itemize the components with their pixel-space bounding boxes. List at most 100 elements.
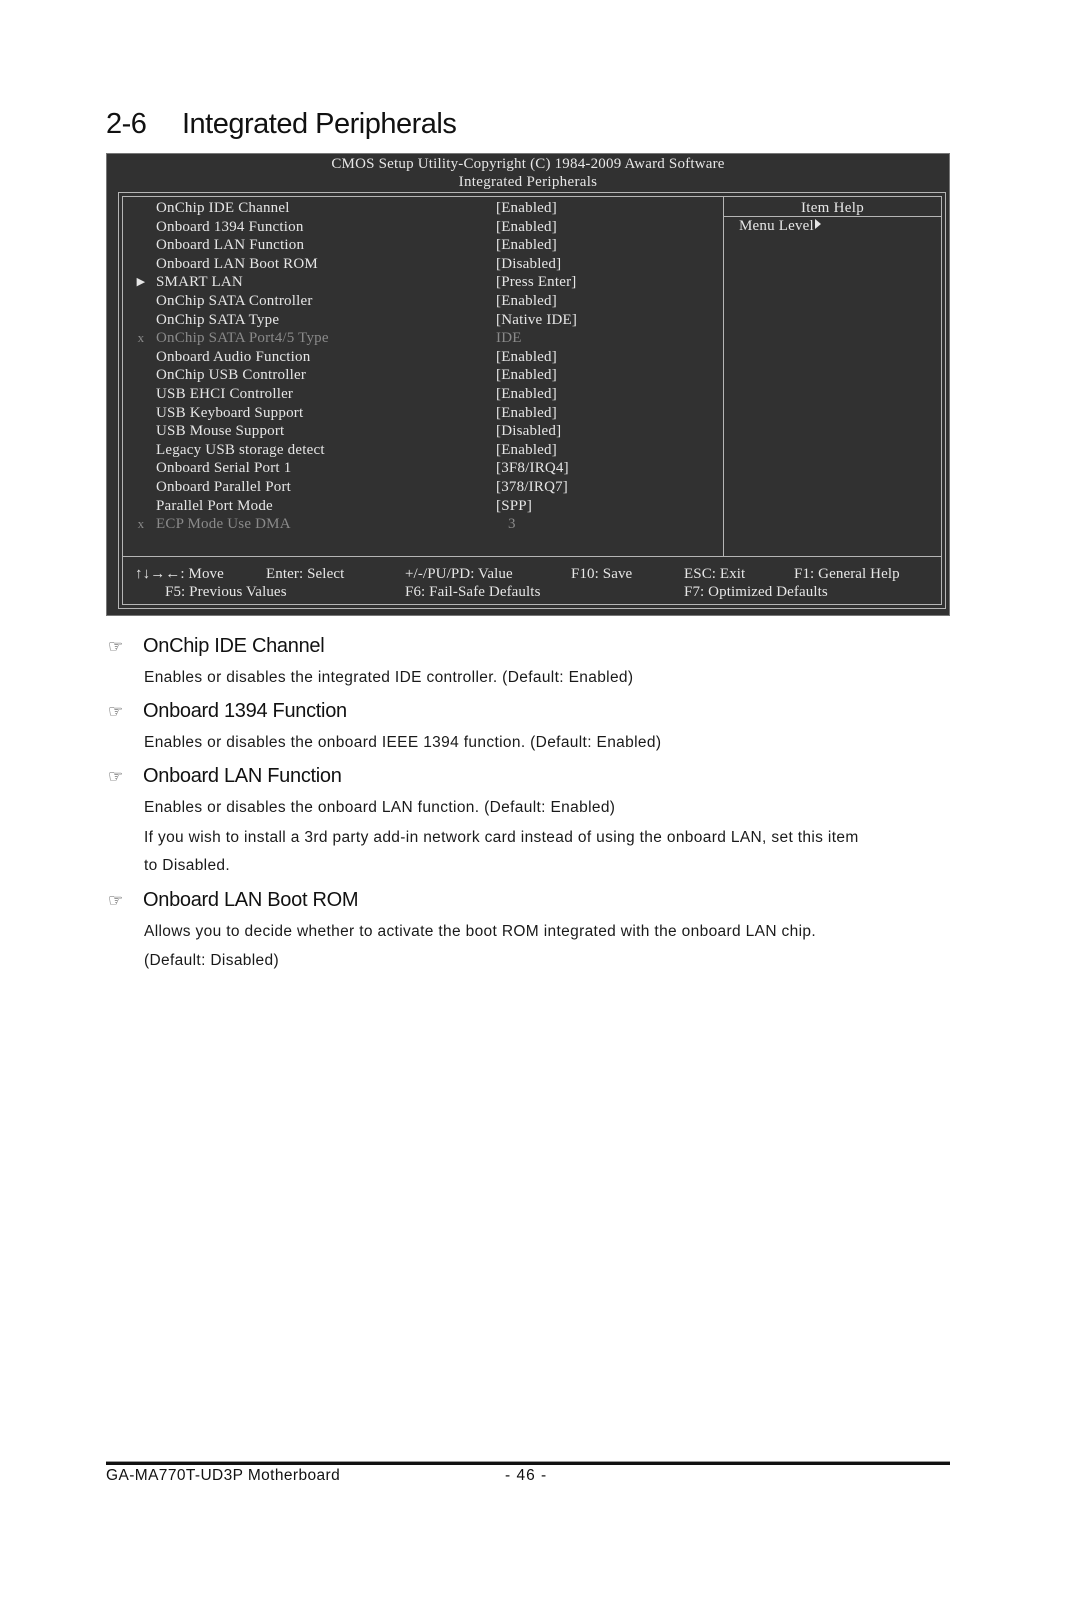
setting-value: IDE (496, 330, 522, 347)
bios-setting-row[interactable]: USB Mouse Support [Disabled] (123, 422, 723, 441)
bios-setting-row[interactable]: OnChip USB Controller [Enabled] (123, 366, 723, 385)
setting-value[interactable]: [Enabled] (496, 366, 557, 385)
description-title: Onboard 1394 Function (143, 700, 347, 722)
pointing-hand-icon: ☞ (108, 702, 123, 721)
description-item: ☞ Onboard LAN Function (108, 765, 342, 788)
key-previous-values: F5: Previous Values (165, 584, 287, 600)
setting-value[interactable]: [Press Enter] (496, 273, 577, 292)
key-general-help: F1: General Help (794, 566, 900, 582)
setting-value[interactable]: [Enabled] (496, 441, 557, 460)
description-title: OnChip IDE Channel (143, 635, 325, 657)
pointing-hand-icon: ☞ (108, 767, 123, 786)
bios-setting-row[interactable]: Onboard LAN Boot ROM [Disabled] (123, 255, 723, 274)
setting-value[interactable]: [Enabled] (496, 236, 557, 255)
description-text: Enables or disables the onboard IEEE 139… (144, 734, 662, 751)
key-move: ↑↓→←: Move (135, 566, 224, 582)
key-optimized-defaults: F7: Optimized Defaults (684, 584, 828, 600)
bios-setting-row[interactable]: Parallel Port Mode [SPP] (123, 497, 723, 516)
setting-name: Onboard Serial Port 1 (156, 460, 292, 477)
bios-setting-row[interactable]: ▶ SMART LAN [Press Enter] (123, 273, 723, 292)
bios-setting-row: x ECP Mode Use DMA 3 (123, 515, 723, 534)
bios-setting-row[interactable]: Legacy USB storage detect [Enabled] (123, 441, 723, 460)
unavailable-mark-icon: x (137, 516, 145, 532)
bios-screenshot: CMOS Setup Utility-Copyright (C) 1984-20… (106, 153, 950, 616)
setting-value: 3 (508, 516, 516, 533)
bios-horizontal-divider (123, 556, 941, 557)
bios-settings-list: OnChip IDE Channel [Enabled] Onboard 1394 … (123, 199, 723, 534)
setting-value[interactable]: [3F8/IRQ4] (496, 459, 569, 478)
pointing-hand-icon: ☞ (108, 637, 123, 656)
setting-name: Onboard LAN Boot ROM (156, 255, 318, 272)
setting-name: USB Mouse Support (156, 423, 285, 440)
bios-setting-row[interactable]: Onboard Parallel Port [378/IRQ7] (123, 478, 723, 497)
key-value: +/-/PU/PD: Value (405, 566, 513, 582)
setting-name: OnChip SATA Port4/5 Type (156, 330, 329, 347)
bios-setting-row[interactable]: OnChip IDE Channel [Enabled] (123, 199, 723, 218)
pointing-hand-icon: ☞ (108, 891, 123, 910)
footer-rule (106, 1461, 950, 1465)
bios-setting-row[interactable]: Onboard Audio Function [Enabled] (123, 348, 723, 367)
description-item: ☞ OnChip IDE Channel (108, 635, 325, 658)
bios-setting-row[interactable]: OnChip SATA Type [Native IDE] (123, 311, 723, 330)
description-text: If you wish to install a 3rd party add-i… (144, 829, 859, 846)
footer-page-number: - 46 - (505, 1467, 548, 1484)
setting-name: Legacy USB storage detect (156, 441, 325, 458)
description-text: to Disabled. (144, 857, 231, 874)
key-failsafe-defaults: F6: Fail-Safe Defaults (405, 584, 541, 600)
setting-name: OnChip IDE Channel (156, 200, 290, 216)
menu-level-arrow-icon (814, 219, 821, 229)
description-text: (Default: Disabled) (144, 952, 280, 969)
bios-setting-row[interactable]: USB Keyboard Support [Enabled] (123, 404, 723, 423)
section-number: 2-6 (106, 108, 147, 140)
setting-value[interactable]: [Enabled] (496, 404, 557, 423)
bios-setting-row[interactable]: Onboard Serial Port 1 [3F8/IRQ4] (123, 459, 723, 478)
setting-name: SMART LAN (156, 274, 243, 291)
setting-name: ECP Mode Use DMA (156, 516, 291, 533)
setting-value[interactable]: [378/IRQ7] (496, 478, 568, 497)
setting-value[interactable]: [Enabled] (496, 292, 557, 311)
setting-name: USB EHCI Controller (156, 385, 294, 402)
description-title: Onboard LAN Boot ROM (143, 889, 359, 911)
menu-level-label: Menu Level (739, 218, 814, 234)
bios-setting-row[interactable]: Onboard LAN Function [Enabled] (123, 236, 723, 255)
setting-name: USB Keyboard Support (156, 404, 304, 421)
description-text: Allows you to decide whether to activate… (144, 923, 817, 940)
setting-name: Onboard Parallel Port (156, 478, 292, 495)
setting-name: OnChip USB Controller (156, 367, 307, 384)
description-item: ☞ Onboard 1394 Function (108, 700, 347, 723)
setting-value[interactable]: [Enabled] (496, 218, 557, 237)
key-select: Enter: Select (266, 566, 345, 582)
unavailable-mark-icon: x (137, 330, 145, 346)
setting-name: Onboard LAN Function (156, 237, 305, 254)
bios-setting-row[interactable]: Onboard 1394 Function [Enabled] (123, 218, 723, 237)
setting-value[interactable]: [Disabled] (496, 255, 561, 274)
setting-name: OnChip SATA Type (156, 311, 280, 328)
bios-setting-row[interactable]: OnChip SATA Controller [Enabled] (123, 292, 723, 311)
setting-value[interactable]: [Native IDE] (496, 311, 577, 330)
setting-value[interactable]: [Enabled] (496, 348, 557, 367)
footer-product: GA-MA770T-UD3P Motherboard (106, 1467, 341, 1484)
setting-name: Onboard 1394 Function (156, 218, 304, 235)
key-exit: ESC: Exit (684, 566, 746, 582)
bios-subtitle: Integrated Peripherals (458, 174, 598, 190)
setting-name: Parallel Port Mode (156, 497, 273, 514)
setting-value[interactable]: [Enabled] (496, 199, 557, 218)
setting-value[interactable]: [SPP] (496, 497, 532, 516)
description-item: ☞ Onboard LAN Boot ROM (108, 889, 359, 912)
section-title: Integrated Peripherals (182, 108, 457, 140)
description-text: Enables or disables the integrated IDE c… (144, 669, 634, 686)
setting-name: OnChip SATA Controller (156, 292, 313, 309)
setting-value[interactable]: [Enabled] (496, 385, 557, 404)
bios-vertical-divider (723, 197, 724, 556)
key-save: F10: Save (571, 566, 633, 582)
bios-title: CMOS Setup Utility-Copyright (C) 1984-20… (331, 156, 725, 172)
description-title: Onboard LAN Function (143, 765, 342, 787)
submenu-arrow-icon: ▶ (136, 276, 146, 289)
description-text: Enables or disables the onboard LAN func… (144, 799, 616, 816)
item-help-title: Item Help (800, 200, 865, 216)
menu-level: Menu Level (739, 217, 821, 235)
setting-value[interactable]: [Disabled] (496, 422, 561, 441)
section-heading: 2-6 Integrated Peripherals (106, 108, 457, 141)
bios-setting-row[interactable]: USB EHCI Controller [Enabled] (123, 385, 723, 404)
setting-name: Onboard Audio Function (156, 348, 311, 365)
